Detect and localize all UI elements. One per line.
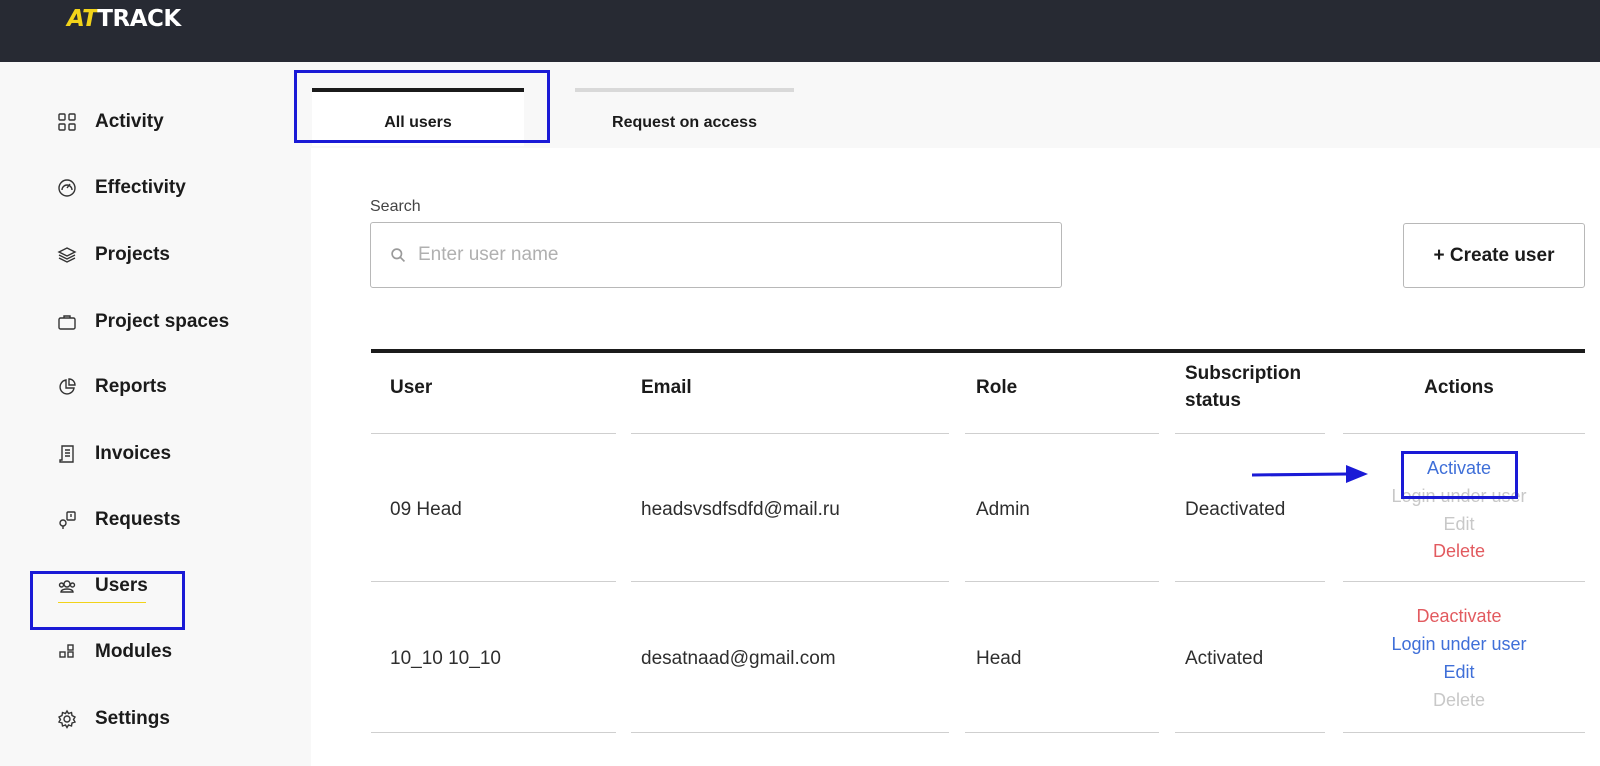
sidebar-item-reports[interactable]: Reports	[55, 367, 167, 407]
tab-request-on-access[interactable]: Request on access	[575, 88, 794, 146]
users-icon	[55, 574, 79, 598]
modules-icon	[55, 640, 79, 664]
tab-bar: All users Request on access	[295, 62, 1600, 148]
sidebar-item-users[interactable]: Users	[55, 566, 148, 606]
sidebar-item-project-spaces[interactable]: Project spaces	[55, 302, 229, 342]
arrow-right-icon	[1251, 465, 1368, 483]
divider	[1343, 732, 1585, 733]
sidebar-item-label: Users	[95, 575, 148, 596]
delete-link[interactable]: Delete	[1344, 690, 1574, 711]
tab-label: All users	[384, 114, 452, 131]
sidebar-item-label: Project spaces	[95, 311, 230, 332]
cell-user: 09 Head	[390, 499, 462, 520]
sidebar-item-requests[interactable]: Requests	[55, 500, 181, 540]
cell-role: Head	[976, 648, 1022, 669]
top-bar: ATTRACK	[0, 0, 1600, 62]
sidebar-item-invoices[interactable]: Invoices	[55, 434, 171, 474]
gauge-icon	[55, 176, 79, 200]
divider	[1175, 433, 1325, 434]
sidebar-item-modules[interactable]: Modules	[55, 632, 172, 672]
receipt-icon	[55, 442, 79, 466]
sidebar-item-label: Activity	[95, 111, 164, 132]
divider	[1175, 581, 1325, 582]
activate-link[interactable]: Activate	[1344, 458, 1574, 479]
login-under-user-link[interactable]: Login under user	[1344, 486, 1574, 507]
divider	[1175, 732, 1325, 733]
table-top-border	[371, 349, 1585, 353]
gear-icon	[55, 707, 79, 731]
active-indicator	[58, 602, 146, 603]
create-user-button[interactable]: + Create user	[1403, 223, 1585, 288]
edit-link[interactable]: Edit	[1344, 514, 1574, 535]
sidebar-item-activity[interactable]: Activity	[55, 102, 164, 142]
delete-link[interactable]: Delete	[1344, 541, 1574, 562]
tab-indicator	[575, 88, 794, 92]
deactivate-link[interactable]: Deactivate	[1344, 606, 1574, 627]
sidebar-item-label: Settings	[95, 708, 170, 729]
sidebar-item-projects[interactable]: Projects	[55, 235, 170, 275]
divider	[631, 732, 949, 733]
divider	[1343, 433, 1585, 434]
briefcase-icon	[55, 310, 79, 334]
tab-all-users[interactable]: All users	[312, 88, 524, 146]
divider	[371, 581, 616, 582]
layers-icon	[55, 243, 79, 267]
column-header-user: User	[390, 377, 433, 398]
divider	[371, 732, 616, 733]
sidebar: Activity Effectivity Projects Project sp…	[0, 62, 310, 766]
divider	[965, 732, 1159, 733]
search-label: Search	[370, 198, 421, 215]
tab-label: Request on access	[612, 114, 757, 131]
login-under-user-link[interactable]: Login under user	[1344, 634, 1574, 655]
sidebar-item-label: Effectivity	[95, 177, 186, 198]
cell-role: Admin	[976, 499, 1030, 520]
tab-indicator	[312, 88, 524, 92]
search-box[interactable]	[370, 222, 1062, 288]
search-icon	[388, 245, 408, 265]
column-header-actions: Actions	[1424, 377, 1494, 398]
main-content: Search + Create user User Email Role Sub…	[311, 148, 1600, 766]
cell-user: 10_10 10_10	[390, 648, 501, 669]
cell-email: headsvsdfsdfd@mail.ru	[641, 499, 840, 520]
cell-email: desatnaad@gmail.com	[641, 648, 836, 669]
sidebar-item-label: Reports	[95, 376, 167, 397]
divider	[371, 433, 616, 434]
divider	[631, 433, 949, 434]
request-icon	[55, 508, 79, 532]
sidebar-item-label: Projects	[95, 244, 170, 265]
divider	[631, 581, 949, 582]
sidebar-item-label: Requests	[95, 509, 181, 530]
sidebar-item-settings[interactable]: Settings	[55, 699, 170, 739]
edit-link[interactable]: Edit	[1344, 662, 1574, 683]
column-header-role: Role	[976, 377, 1018, 398]
cell-status: Activated	[1185, 648, 1264, 669]
column-header-email: Email	[641, 377, 692, 398]
pie-chart-icon	[55, 375, 79, 399]
grid-icon	[55, 110, 79, 134]
sidebar-item-label: Invoices	[95, 443, 172, 464]
column-header-subscription-status: Subscription status	[1185, 363, 1302, 411]
app-logo[interactable]: ATTRACK	[67, 6, 181, 32]
divider	[965, 581, 1159, 582]
cell-status: Deactivated	[1185, 499, 1286, 520]
sidebar-item-label: Modules	[95, 641, 173, 662]
sidebar-item-effectivity[interactable]: Effectivity	[55, 168, 186, 208]
divider	[965, 433, 1159, 434]
search-input[interactable]	[418, 244, 1018, 266]
divider	[1343, 581, 1585, 582]
